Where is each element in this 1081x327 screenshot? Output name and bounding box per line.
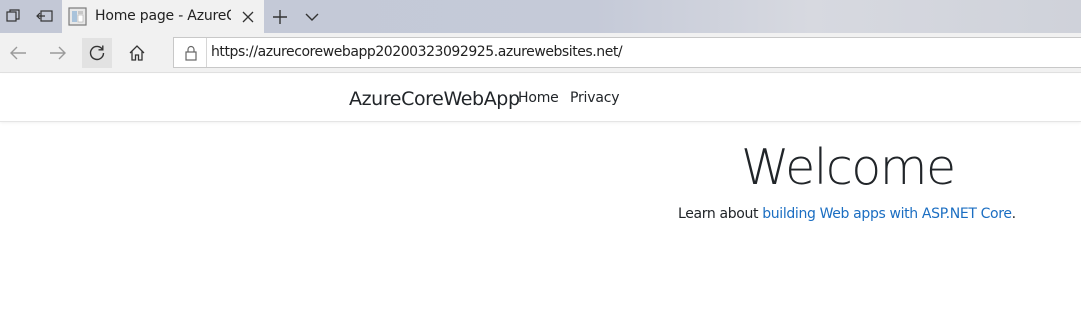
- close-icon[interactable]: [238, 7, 258, 27]
- refresh-icon[interactable]: [82, 38, 112, 68]
- site-navbar: AzureCoreWebApp Home Privacy: [0, 74, 1081, 122]
- page-favicon-icon: [68, 7, 87, 26]
- forward-arrow-icon[interactable]: [43, 38, 73, 68]
- tab-strip: Home page - AzureCore: [0, 0, 1081, 33]
- tab-home-page[interactable]: Home page - AzureCore: [62, 0, 264, 33]
- lock-icon[interactable]: [182, 44, 200, 62]
- nav-link-home[interactable]: Home: [518, 90, 559, 106]
- site-brand[interactable]: AzureCoreWebApp: [349, 88, 520, 110]
- browser-toolbar: https://azurecorewebapp20200323092925.az…: [0, 33, 1081, 73]
- tabs-restore-icon[interactable]: [32, 4, 58, 28]
- address-divider: [206, 38, 207, 67]
- lead-suffix: .: [1011, 206, 1016, 222]
- home-icon[interactable]: [122, 38, 152, 68]
- address-bar[interactable]: https://azurecorewebapp20200323092925.az…: [173, 37, 1081, 68]
- plus-icon[interactable]: [266, 4, 294, 30]
- page-heading: Welcome: [741, 139, 956, 196]
- url-text[interactable]: https://azurecorewebapp20200323092925.az…: [211, 44, 623, 60]
- nav-link-privacy[interactable]: Privacy: [570, 90, 619, 106]
- lead-prefix: Learn about: [678, 206, 763, 222]
- tab-title: Home page - AzureCore: [95, 8, 231, 24]
- aspnet-docs-link[interactable]: building Web apps with ASP.NET Core: [762, 206, 1012, 222]
- lead-text: Learn about building Web apps with ASP.N…: [678, 206, 1016, 222]
- tabs-aside-icon[interactable]: [0, 4, 26, 28]
- back-arrow-icon[interactable]: [3, 38, 33, 68]
- chevron-down-icon[interactable]: [298, 4, 326, 30]
